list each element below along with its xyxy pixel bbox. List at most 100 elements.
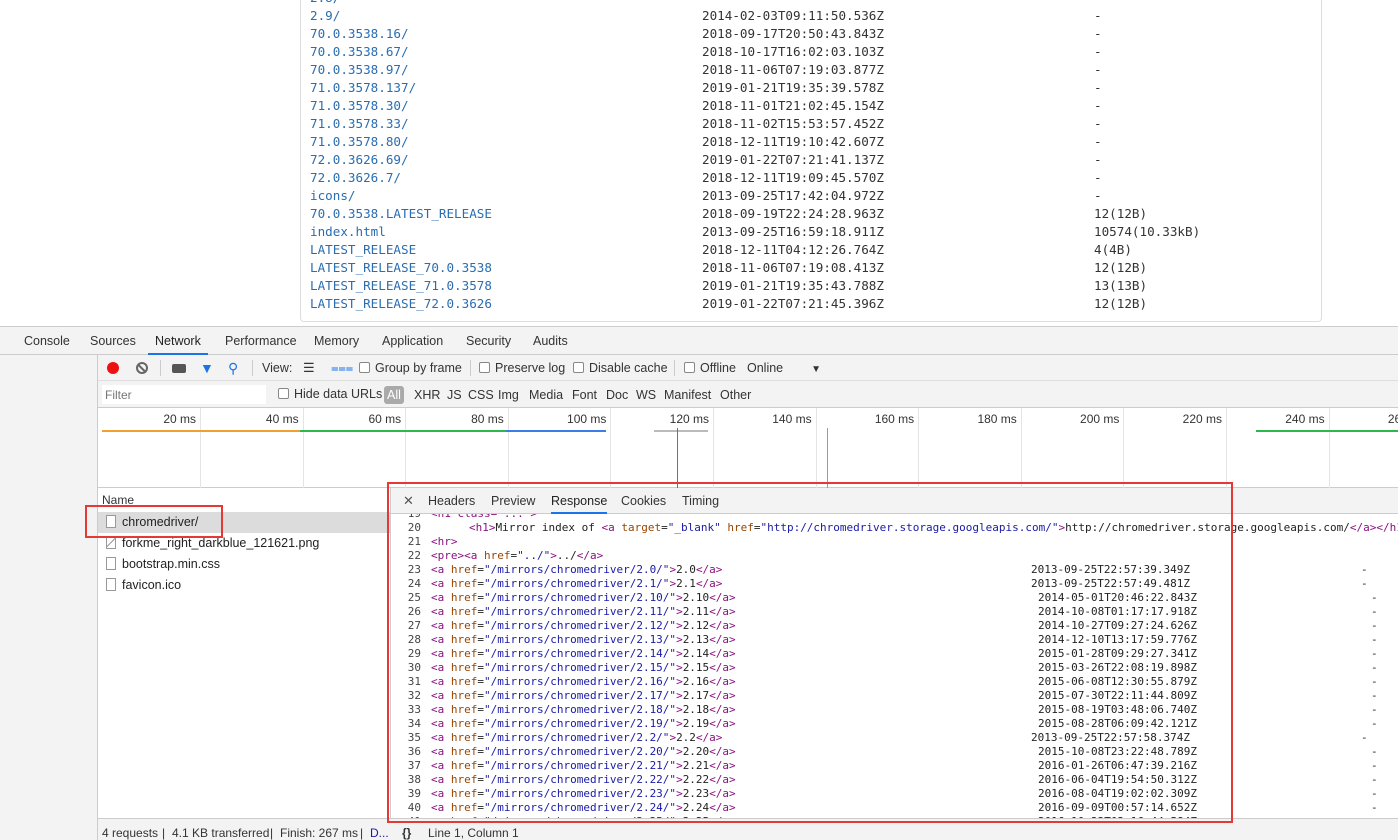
filter-type-font[interactable]: Font: [572, 382, 597, 408]
tab-network[interactable]: Network: [148, 327, 208, 355]
listing-link[interactable]: LATEST_RELEASE: [310, 241, 416, 259]
filter-type-css[interactable]: CSS: [468, 382, 494, 408]
listing-size: -: [1094, 62, 1102, 77]
listing-size: -: [1094, 8, 1102, 23]
filter-type-ws[interactable]: WS: [636, 382, 656, 408]
listing-link[interactable]: 71.0.3578.30/: [310, 97, 409, 115]
waterfall-icon[interactable]: ⩶: [331, 355, 353, 381]
code-size: -: [1371, 703, 1378, 716]
code-size: -: [1371, 801, 1378, 814]
tab-sources[interactable]: Sources: [83, 327, 143, 355]
filter-icon[interactable]: ▼: [200, 355, 214, 381]
tab-performance[interactable]: Performance: [218, 327, 304, 355]
request-count: 4 requests: [102, 826, 159, 840]
filter-input[interactable]: [102, 385, 266, 404]
listing-link[interactable]: 2.8/: [310, 0, 340, 7]
listing-date: 2018-09-17T20:50:43.843Z: [702, 26, 884, 41]
timeline-tick-label: 220 ms: [1182, 412, 1222, 426]
filter-type-xhr[interactable]: XHR: [414, 382, 440, 408]
timeline-gridline: [302, 408, 304, 488]
record-button[interactable]: [107, 355, 119, 381]
listing-link[interactable]: index.html: [310, 223, 386, 241]
disable-cache-checkbox[interactable]: Disable cache: [573, 355, 668, 381]
listing-date: 2018-12-11T04:12:26.764Z: [702, 242, 884, 257]
timeline-gridline: [1020, 408, 1022, 488]
tab-security[interactable]: Security: [459, 327, 518, 355]
chevron-down-icon: ▼: [811, 364, 822, 375]
timeline-gridline: [610, 408, 612, 488]
listing-size: -: [1094, 116, 1102, 131]
timeline-tick-label: 40 ms: [265, 412, 299, 426]
listing-date: 2018-10-17T16:02:03.103Z: [702, 44, 884, 59]
group-by-frame-checkbox[interactable]: Group by frame: [359, 355, 462, 381]
large-rows-icon[interactable]: ☰: [303, 355, 315, 381]
camera-icon[interactable]: [172, 355, 186, 381]
request-row[interactable]: bootstrap.min.css: [98, 554, 390, 575]
code-size: -: [1371, 619, 1378, 632]
clear-icon[interactable]: [136, 355, 148, 381]
timeline-gridline: [815, 408, 817, 488]
request-name: bootstrap.min.css: [122, 557, 220, 571]
separator: |: [270, 826, 274, 840]
listing-link[interactable]: 70.0.3538.LATEST_RELEASE: [310, 205, 492, 223]
listing-link[interactable]: LATEST_RELEASE_71.0.3578: [310, 277, 492, 295]
code-size: -: [1371, 773, 1378, 786]
listing-link[interactable]: 70.0.3538.16/: [310, 25, 409, 43]
filter-type-img[interactable]: Img: [498, 382, 519, 408]
filter-type-manifest[interactable]: Manifest: [664, 382, 711, 408]
listing-link[interactable]: 72.0.3626.7/: [310, 169, 401, 187]
listing-link[interactable]: 71.0.3578.137/: [310, 79, 416, 97]
timeline-gridline: [713, 408, 714, 488]
listing-size: -: [1094, 98, 1102, 113]
hide-data-urls-checkbox[interactable]: Hide data URLs: [278, 381, 382, 407]
page-left-margin: [0, 0, 300, 326]
tab-console[interactable]: Console: [17, 327, 77, 355]
listing-link[interactable]: 70.0.3538.97/: [310, 61, 409, 79]
dom-marker: [827, 428, 828, 488]
tab-application[interactable]: Application: [375, 327, 450, 355]
code-size: -: [1371, 633, 1378, 646]
tab-audits[interactable]: Audits: [526, 327, 575, 355]
throttle-select[interactable]: Online ▼: [747, 355, 821, 381]
request-row[interactable]: favicon.ico: [98, 575, 390, 596]
filter-type-js[interactable]: JS: [447, 382, 462, 408]
listing-date: 2018-09-19T22:24:28.963Z: [702, 206, 884, 221]
filter-type-all[interactable]: All: [384, 386, 404, 404]
listing-size: 4(4B): [1094, 242, 1132, 257]
code-size: -: [1371, 647, 1378, 660]
filter-type-media[interactable]: Media: [529, 382, 563, 408]
listing-link[interactable]: LATEST_RELEASE_70.0.3538: [310, 259, 492, 277]
filter-type-other[interactable]: Other: [720, 382, 751, 408]
listing-size: -: [1094, 188, 1102, 203]
dom-content-loaded: D...: [370, 826, 389, 840]
listing-size: -: [1094, 44, 1102, 59]
listing-date: 2019-01-22T07:21:45.396Z: [702, 296, 884, 311]
devtools-tabbar: Console Sources Network Performance Memory Ap…: [0, 327, 1398, 355]
code-size: -: [1371, 717, 1378, 730]
listing-size: 12(12B): [1094, 206, 1148, 221]
preserve-log-checkbox[interactable]: Preserve log: [479, 355, 565, 381]
listing-link[interactable]: 71.0.3578.80/: [310, 133, 409, 151]
search-icon[interactable]: ⚲: [228, 355, 238, 381]
listing-link[interactable]: icons/: [310, 187, 356, 205]
tab-memory[interactable]: Memory: [307, 327, 366, 355]
timeline-bar: [506, 430, 606, 432]
view-label: View:: [262, 361, 293, 375]
separator: [470, 360, 471, 376]
offline-checkbox[interactable]: Offline: [684, 355, 736, 381]
listing-link[interactable]: 2.9/: [310, 7, 340, 25]
code-size: -: [1371, 759, 1378, 772]
listing-link[interactable]: 71.0.3578.33/: [310, 115, 409, 133]
listing-link[interactable]: 70.0.3538.67/: [310, 43, 409, 61]
listing-size: 13(13B): [1094, 278, 1148, 293]
timeline-gridline: [1226, 408, 1227, 488]
highlight-box-response: [387, 482, 1233, 823]
filter-type-doc[interactable]: Doc: [606, 382, 628, 408]
listing-link[interactable]: LATEST_RELEASE_72.0.3626: [310, 295, 492, 313]
separator: [252, 360, 253, 376]
timeline-gridline: [200, 408, 201, 488]
document-icon: [106, 557, 116, 570]
listing-date: 2018-12-11T19:09:45.570Z: [702, 170, 884, 185]
filter-bar: ↻ Hide data URLs AllXHRJSCSSImgMediaFont…: [0, 381, 1398, 408]
listing-link[interactable]: 72.0.3626.69/: [310, 151, 409, 169]
